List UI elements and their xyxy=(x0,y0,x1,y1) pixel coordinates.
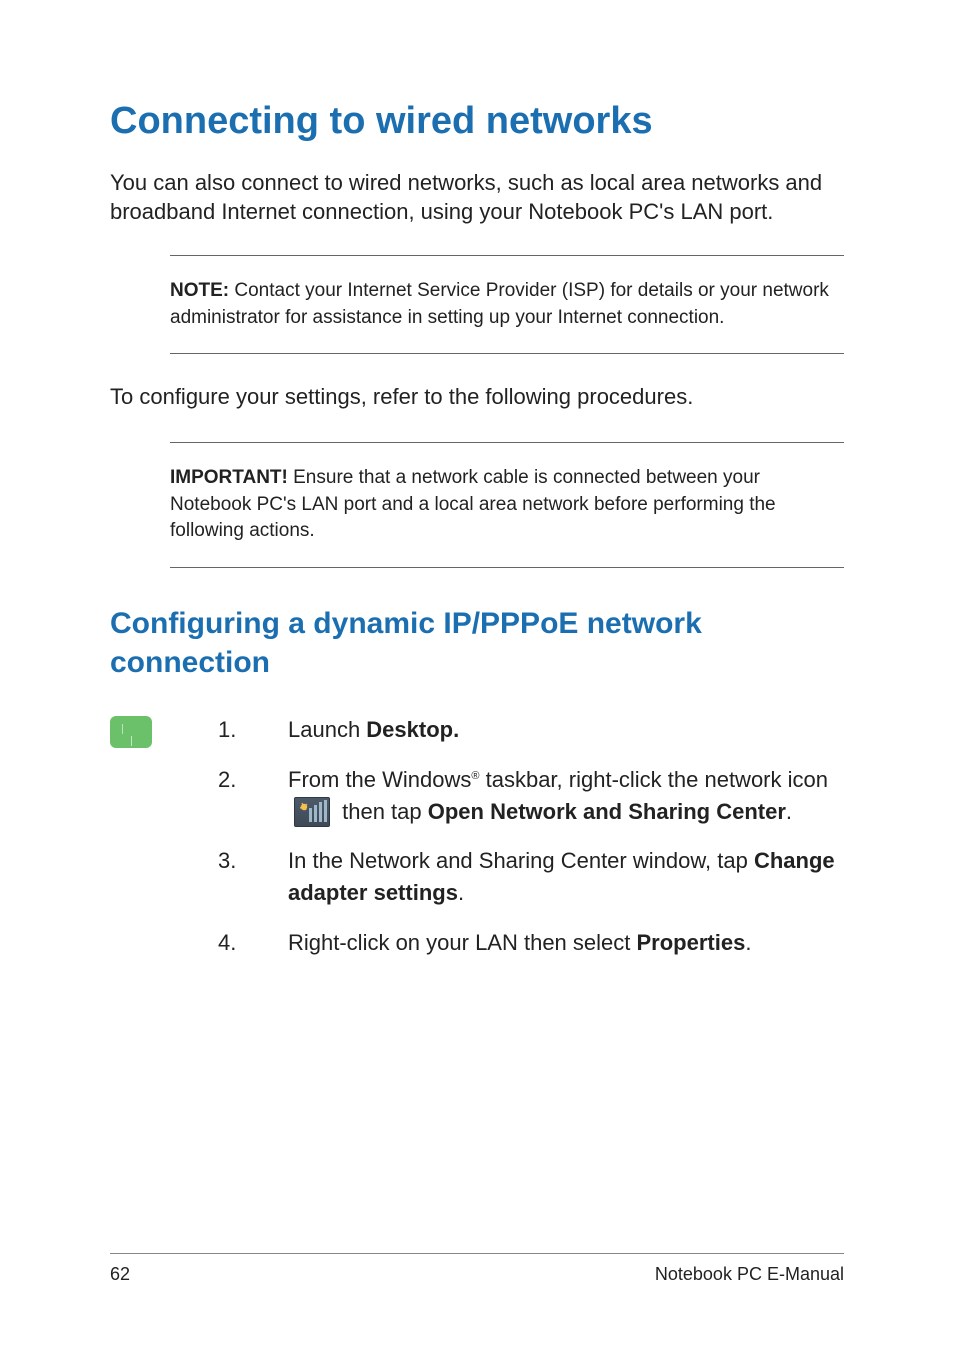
step-bold: Desktop. xyxy=(366,717,459,742)
step-2: 2. From the Windows® taskbar, right-clic… xyxy=(218,764,844,828)
step-number: 2. xyxy=(218,764,288,828)
step-text: Right-click on your LAN then select xyxy=(288,930,637,955)
note-body: Contact your Internet Service Provider (… xyxy=(170,280,829,328)
important-callout: IMPORTANT! Ensure that a network cable i… xyxy=(170,442,844,568)
touchpad-icon xyxy=(110,716,152,748)
step-1: 1. Launch Desktop. xyxy=(218,714,844,746)
step-number: 4. xyxy=(218,927,288,959)
step-text: . xyxy=(786,799,792,824)
intro-paragraph: You can also connect to wired networks, … xyxy=(110,168,844,227)
step-bold: Properties xyxy=(637,930,746,955)
steps-list: 1. Launch Desktop. 2. From the Windows® … xyxy=(218,714,844,977)
step-body: Launch Desktop. xyxy=(288,714,844,746)
footer-title: Notebook PC E-Manual xyxy=(655,1264,844,1285)
note-label: NOTE: xyxy=(170,280,229,301)
section-heading: Configuring a dynamic IP/PPPoE network c… xyxy=(110,604,844,682)
step-text: then tap xyxy=(336,799,428,824)
step-text: taskbar, right-click the network icon xyxy=(480,767,828,792)
page-footer: 62 Notebook PC E-Manual xyxy=(110,1253,844,1285)
note-callout: NOTE: Contact your Internet Service Prov… xyxy=(170,255,844,354)
step-text: From the Windows xyxy=(288,767,471,792)
step-text: . xyxy=(458,880,464,905)
step-body: In the Network and Sharing Center window… xyxy=(288,845,844,909)
important-text: IMPORTANT! Ensure that a network cable i… xyxy=(170,465,838,545)
step-body: Right-click on your LAN then select Prop… xyxy=(288,927,844,959)
network-icon xyxy=(294,797,330,827)
step-number: 3. xyxy=(218,845,288,909)
step-body: From the Windows® taskbar, right-click t… xyxy=(288,764,844,828)
step-text: In the Network and Sharing Center window… xyxy=(288,848,754,873)
step-4: 4. Right-click on your LAN then select P… xyxy=(218,927,844,959)
important-label: IMPORTANT! xyxy=(170,467,288,488)
page-title: Connecting to wired networks xyxy=(110,100,844,144)
step-3: 3. In the Network and Sharing Center win… xyxy=(218,845,844,909)
page-number: 62 xyxy=(110,1264,130,1285)
step-text: . xyxy=(745,930,751,955)
step-bold: Open Network and Sharing Center xyxy=(428,799,786,824)
registered-mark: ® xyxy=(471,770,479,782)
note-text: NOTE: Contact your Internet Service Prov… xyxy=(170,278,838,331)
step-number: 1. xyxy=(218,714,288,746)
configure-lead: To configure your settings, refer to the… xyxy=(110,382,844,412)
step-text: Launch xyxy=(288,717,366,742)
